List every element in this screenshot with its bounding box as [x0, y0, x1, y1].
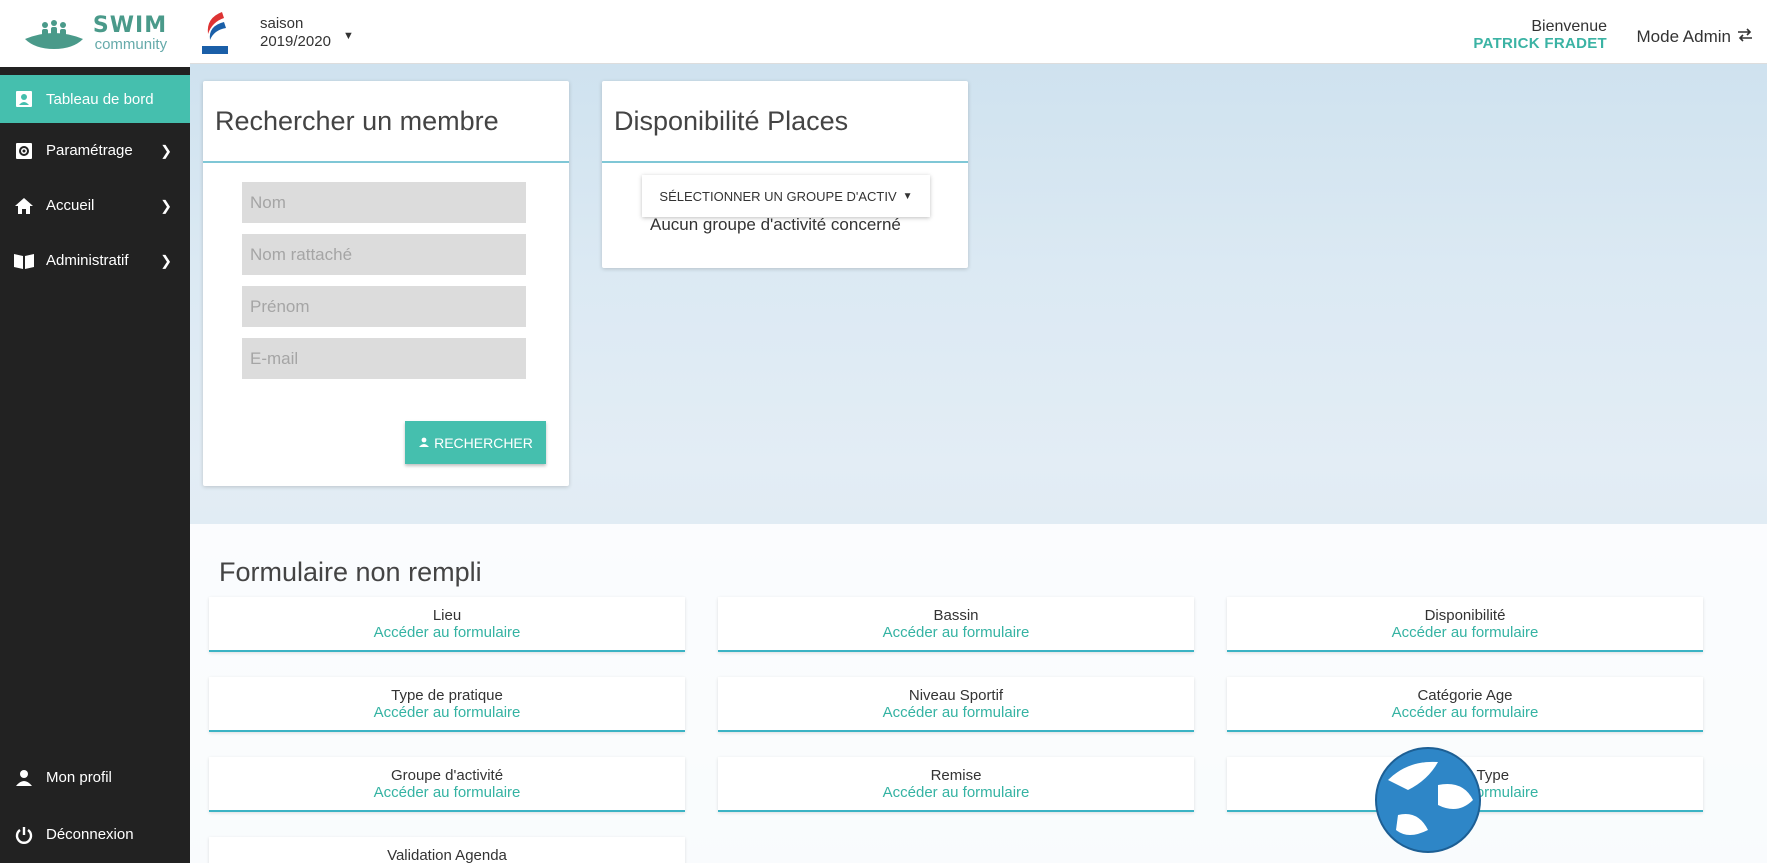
- sidebar-item-label: Administratif: [46, 252, 129, 269]
- form-card-disponibilite: Disponibilité Accéder au formulaire: [1227, 597, 1703, 652]
- form-card-categorie-age: Catégorie Age Accéder au formulaire: [1227, 677, 1703, 732]
- welcome-block: Bienvenue PATRICK FRADET: [1473, 18, 1607, 52]
- sidebar-item-deconnexion[interactable]: Déconnexion: [0, 806, 190, 863]
- user-name: PATRICK FRADET: [1473, 35, 1607, 52]
- season-selector[interactable]: saison 2019/2020: [260, 15, 331, 51]
- id-badge-icon: [12, 87, 36, 111]
- form-link[interactable]: Accéder au formulaire: [209, 784, 685, 801]
- form-card-remise: Remise Accéder au formulaire: [718, 757, 1194, 812]
- brand-community: community: [94, 36, 168, 53]
- book-open-icon: [12, 249, 36, 273]
- search-member-title: Rechercher un membre: [203, 81, 569, 163]
- season-label: saison: [260, 15, 304, 32]
- form-card-label: Validation Agenda: [387, 847, 507, 863]
- form-link[interactable]: Accéder au formulaire: [718, 784, 1194, 801]
- season-value: 2019/2020: [260, 33, 331, 50]
- prenom-input[interactable]: [242, 286, 526, 327]
- sidebar-bottom: Mon profil Déconnexion: [0, 749, 190, 863]
- nom-rattache-input[interactable]: [242, 234, 526, 275]
- search-member-card: Rechercher un membre RECHERCHER: [203, 81, 569, 486]
- no-group-text: Aucun groupe d'activité concerné: [650, 215, 901, 234]
- swimmers-icon: [24, 19, 83, 49]
- form-card-validation-agenda: Validation Agenda Accéder au formulaire: [209, 837, 685, 863]
- form-card-label: Catégorie Age: [1417, 687, 1513, 704]
- activity-group-select[interactable]: SÉLECTIONNER UN GROUPE D'ACTIV ▼: [642, 175, 930, 217]
- caret-down-icon[interactable]: ▼: [343, 30, 354, 42]
- form-card-label: Type de pratique: [391, 687, 503, 704]
- sidebar-item-label: Accueil: [46, 197, 95, 214]
- welcome-text: Bienvenue: [1531, 18, 1607, 35]
- swim-community-logo[interactable]: SWIM community: [0, 0, 190, 67]
- sidebar-nav: Tableau de bord Paramétrage ❯ Accueil ❯ …: [0, 75, 190, 288]
- form-card-niveau-sportif: Niveau Sportif Accéder au formulaire: [718, 677, 1194, 732]
- chevron-right-icon: ❯: [160, 142, 172, 158]
- form-card-label: Niveau Sportif: [908, 687, 1004, 704]
- sidebar-item-label: Tableau de bord: [46, 90, 154, 108]
- chevron-right-icon: ❯: [160, 252, 172, 268]
- brand-swim: SWIM: [92, 13, 168, 38]
- chevron-right-icon: ❯: [160, 197, 172, 213]
- availability-title: Disponibilité Places: [602, 81, 968, 163]
- unfilled-forms-title: Formulaire non rempli: [219, 557, 482, 587]
- sidebar-item-label: Mon profil: [46, 769, 112, 786]
- sidebar-item-mon-profil[interactable]: Mon profil: [0, 749, 190, 806]
- globe-icon: [1375, 747, 1481, 853]
- users-icon: [418, 435, 430, 451]
- form-card-groupe-d-activite: Groupe d'activité Accéder au formulaire: [209, 757, 685, 812]
- form-link[interactable]: Accéder au formulaire: [1227, 624, 1703, 641]
- form-card-label: Disponibilité: [1424, 607, 1506, 624]
- sidebar-item-label: Déconnexion: [46, 826, 134, 843]
- caret-down-icon: ▼: [902, 190, 913, 202]
- main-content: Rechercher un membre RECHERCHER Disponib…: [190, 64, 1767, 863]
- sidebar-item-accueil[interactable]: Accueil ❯: [0, 178, 190, 233]
- sidebar-item-parametrage[interactable]: Paramétrage ❯: [0, 123, 190, 178]
- form-card-lieu: Lieu Accéder au formulaire: [209, 597, 685, 652]
- form-card-label: Lieu: [432, 607, 462, 624]
- availability-card: Disponibilité Places SÉLECTIONNER UN GRO…: [602, 81, 968, 268]
- natation-logo: [202, 12, 228, 54]
- sidebar-item-label: Paramétrage: [46, 142, 133, 159]
- email-input[interactable]: [242, 338, 526, 379]
- unfilled-forms-panel: Formulaire non rempli Lieu Accéder au fo…: [190, 524, 1767, 863]
- form-card-bassin: Bassin Accéder au formulaire: [718, 597, 1194, 652]
- swap-arrows-icon: [1737, 27, 1753, 47]
- search-button-label: RECHERCHER: [434, 434, 533, 451]
- form-link[interactable]: Accéder au formulaire: [1227, 704, 1703, 721]
- settings-box-icon: [12, 139, 36, 163]
- form-card-type-de-pratique: Type de pratique Accéder au formulaire: [209, 677, 685, 732]
- form-link[interactable]: Accéder au formulaire: [718, 704, 1194, 721]
- form-link[interactable]: Accéder au formulaire: [209, 704, 685, 721]
- sidebar-item-administratif[interactable]: Administratif ❯: [0, 233, 190, 288]
- form-card-label: Groupe d'activité: [390, 767, 504, 784]
- search-button[interactable]: RECHERCHER: [405, 421, 546, 464]
- form-card-label: Bassin: [933, 607, 979, 624]
- nom-input[interactable]: [242, 182, 526, 223]
- power-icon: [12, 823, 36, 847]
- sidebar-item-tableau-de-bord[interactable]: Tableau de bord: [0, 75, 190, 123]
- home-icon: [12, 194, 36, 218]
- top-bar: saison 2019/2020 ▼ Bienvenue PATRICK FRA…: [190, 0, 1767, 64]
- mode-admin-toggle[interactable]: Mode Admin: [1637, 27, 1754, 47]
- activity-group-select-label: SÉLECTIONNER UN GROUPE D'ACTIV: [659, 188, 897, 204]
- mode-admin-label: Mode Admin: [1636, 27, 1732, 46]
- form-link[interactable]: Accéder au formulaire: [209, 624, 685, 641]
- form-link[interactable]: Accéder au formulaire: [718, 624, 1194, 641]
- user-icon: [12, 766, 36, 790]
- sidebar: SWIM community Tableau de bord Paramétra…: [0, 0, 190, 863]
- form-card-label: Remise: [930, 767, 982, 784]
